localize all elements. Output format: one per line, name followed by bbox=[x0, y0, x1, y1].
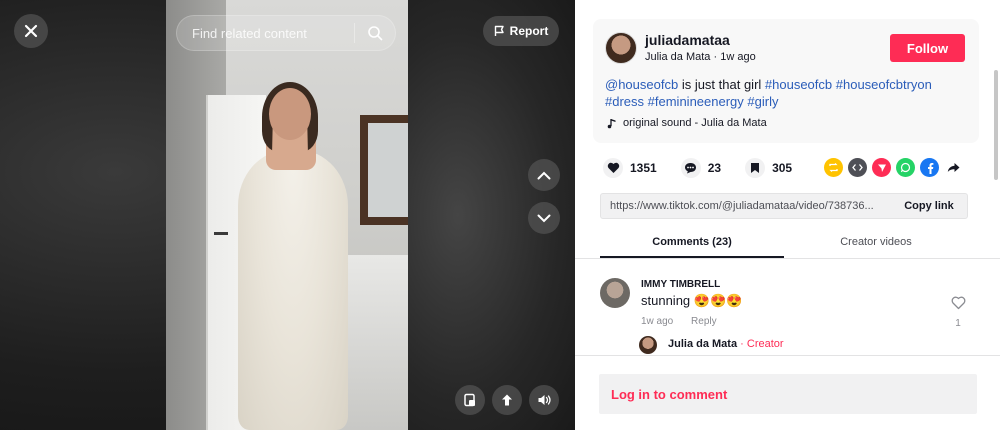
author-username[interactable]: juliadamataa bbox=[645, 32, 730, 48]
copy-link-button[interactable]: Copy link bbox=[891, 200, 967, 212]
chevron-down-icon bbox=[537, 214, 551, 222]
video-scene-door-handle bbox=[214, 232, 228, 235]
comment-like-count: 1 bbox=[955, 318, 961, 329]
comment-footer: Log in to comment bbox=[575, 355, 1000, 430]
commenter-name[interactable]: IMMY TIMBRELL bbox=[641, 279, 720, 290]
reply-avatar[interactable] bbox=[639, 336, 657, 354]
comment-count: 23 bbox=[707, 161, 722, 175]
details-panel: juliadamataa Julia da Mata · 1w ago Foll… bbox=[575, 0, 1000, 430]
reply-button[interactable]: Reply bbox=[691, 316, 717, 327]
heart-outline-icon bbox=[951, 296, 965, 310]
author-avatar[interactable] bbox=[605, 32, 637, 64]
like-count: 1351 bbox=[630, 161, 657, 175]
description-card: juliadamataa Julia da Mata · 1w ago Foll… bbox=[593, 19, 979, 143]
creator-badge: · Creator bbox=[740, 338, 784, 350]
comment-meta: 1w ago Reply bbox=[641, 316, 717, 327]
save-button[interactable]: 305 bbox=[745, 158, 792, 178]
search-bar[interactable]: Find related content bbox=[176, 15, 396, 51]
comment-text: stunning 😍😍😍 bbox=[641, 293, 742, 309]
send-to-friends-icon[interactable] bbox=[872, 158, 891, 177]
creator-badge-label: Creator bbox=[746, 338, 784, 350]
caption-hashtag[interactable]: #girly bbox=[747, 94, 778, 109]
share-link-row: https://www.tiktok.com/@juliadamataa/vid… bbox=[600, 193, 968, 219]
panel-tabs: Comments (23) Creator videos bbox=[600, 228, 968, 258]
search-icon bbox=[368, 26, 383, 41]
author-display-name: Julia da Mata bbox=[645, 51, 711, 63]
comment-body: stunning bbox=[641, 293, 691, 308]
repost-icon[interactable] bbox=[824, 158, 843, 177]
login-to-comment-button[interactable]: Log in to comment bbox=[599, 374, 977, 414]
mini-player-icon bbox=[464, 393, 475, 407]
share-arrow-icon[interactable] bbox=[944, 158, 963, 177]
caption-mention[interactable]: @houseofcb bbox=[605, 77, 678, 92]
report-button[interactable]: Report bbox=[483, 16, 559, 46]
post-caption: @houseofcb is just that girl #houseofcb … bbox=[605, 76, 965, 110]
comment-emoji: 😍😍😍 bbox=[693, 293, 743, 308]
caption-hashtag[interactable]: #dress bbox=[605, 94, 644, 109]
follow-button[interactable]: Follow bbox=[890, 34, 965, 62]
comment-time: 1w ago bbox=[641, 316, 674, 327]
mini-player-button[interactable] bbox=[455, 385, 485, 415]
bookmark-icon bbox=[745, 158, 766, 178]
scrollbar[interactable] bbox=[994, 70, 998, 180]
whatsapp-icon[interactable] bbox=[896, 158, 915, 177]
video-pane: Find related content Report bbox=[0, 0, 575, 430]
video-scene-cabinet bbox=[338, 255, 408, 430]
comment-icon bbox=[680, 158, 701, 178]
share-options bbox=[824, 158, 963, 177]
music-note-icon bbox=[607, 118, 616, 128]
tab-creator-videos[interactable]: Creator videos bbox=[784, 228, 968, 258]
reply-author[interactable]: Julia da Mata · Creator bbox=[668, 338, 784, 350]
search-input[interactable]: Find related content bbox=[177, 26, 354, 41]
tab-comments[interactable]: Comments (23) bbox=[600, 228, 784, 258]
previous-video-button[interactable] bbox=[528, 159, 560, 191]
chevron-up-icon bbox=[537, 171, 551, 179]
next-video-button[interactable] bbox=[528, 202, 560, 234]
caption-text: is just that girl bbox=[678, 77, 765, 92]
volume-icon bbox=[538, 395, 551, 405]
comment-button[interactable]: 23 bbox=[680, 158, 722, 178]
report-label: Report bbox=[509, 24, 549, 38]
sound-label: original sound - Julia da Mata bbox=[623, 117, 767, 129]
engagement-stats: 1351 23 305 bbox=[603, 158, 816, 178]
auto-scroll-icon bbox=[502, 394, 512, 406]
volume-button[interactable] bbox=[529, 385, 559, 415]
tabs-divider bbox=[575, 258, 1000, 259]
close-icon bbox=[24, 24, 38, 38]
caption-hashtag[interactable]: #houseofcbtryon bbox=[836, 77, 932, 92]
video-scene-head bbox=[269, 88, 311, 140]
author-subline: Julia da Mata · 1w ago bbox=[645, 51, 756, 63]
caption-hashtag[interactable]: #feminineenergy bbox=[648, 94, 744, 109]
caption-hashtag[interactable]: #houseofcb bbox=[765, 77, 832, 92]
save-count: 305 bbox=[772, 161, 793, 175]
sound-link[interactable]: original sound - Julia da Mata bbox=[607, 117, 767, 129]
heart-icon bbox=[603, 158, 623, 178]
video-scene-dress bbox=[238, 150, 348, 430]
embed-icon[interactable] bbox=[848, 158, 867, 177]
post-time: 1w ago bbox=[720, 51, 756, 63]
like-button[interactable]: 1351 bbox=[603, 158, 657, 178]
video-player[interactable] bbox=[166, 0, 408, 430]
auto-scroll-button[interactable] bbox=[492, 385, 522, 415]
search-button[interactable] bbox=[355, 15, 395, 51]
close-button[interactable] bbox=[14, 14, 48, 48]
share-link-url[interactable]: https://www.tiktok.com/@juliadamataa/vid… bbox=[601, 200, 891, 212]
reply-author-name: Julia da Mata bbox=[668, 338, 738, 350]
facebook-icon[interactable] bbox=[920, 158, 939, 177]
flag-icon bbox=[494, 25, 504, 36]
comment-like-button[interactable]: 1 bbox=[950, 296, 966, 329]
commenter-avatar[interactable] bbox=[600, 278, 630, 308]
video-scene-mirror bbox=[360, 115, 408, 225]
